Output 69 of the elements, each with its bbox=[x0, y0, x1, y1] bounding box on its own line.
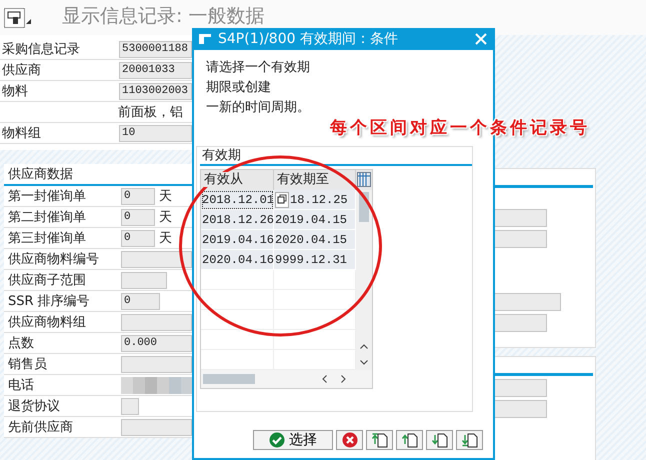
previous-button[interactable] bbox=[396, 430, 423, 450]
message-line: 请选择一个有效期 bbox=[206, 59, 311, 77]
column-header[interactable]: 有效期至 bbox=[277, 172, 329, 187]
field-label: 第二封催询单 bbox=[7, 209, 87, 226]
field-label: 供应商子范围 bbox=[7, 272, 87, 289]
table-cell[interactable]: 9999.12.31 bbox=[274, 250, 356, 270]
screen-title: 显示信息记录: 一般数据 bbox=[62, 4, 264, 28]
field-label: SSR 排序编号 bbox=[7, 293, 91, 310]
close-icon bbox=[475, 33, 487, 45]
field-label: 供应商 bbox=[1, 62, 42, 79]
table-cell[interactable]: 2020.04.15 bbox=[274, 230, 356, 250]
table-cell[interactable]: 18.12.25 bbox=[274, 190, 356, 210]
cancel-button[interactable] bbox=[336, 430, 363, 450]
checkbox[interactable] bbox=[121, 398, 139, 414]
table-cell[interactable]: 2019.04.15 bbox=[274, 210, 356, 230]
column-header[interactable]: 有效从 bbox=[204, 172, 243, 187]
next-button[interactable] bbox=[426, 430, 453, 450]
material-description: 前面板，铝 bbox=[117, 104, 183, 121]
field-label: 销售员 bbox=[7, 356, 48, 373]
input-field[interactable] bbox=[121, 314, 192, 330]
input-field[interactable] bbox=[121, 356, 192, 372]
group-title: 有效期 bbox=[200, 147, 472, 166]
page-up-icon bbox=[370, 432, 388, 448]
cancel-icon bbox=[342, 432, 358, 448]
unit-label: 天 bbox=[159, 188, 172, 205]
input-field[interactable]: 0 bbox=[121, 208, 155, 226]
unit-label: 天 bbox=[159, 230, 172, 247]
dialog-icon bbox=[198, 33, 212, 45]
field-label: 供应商物料组 bbox=[7, 314, 87, 331]
layout-menu-icon[interactable] bbox=[4, 8, 32, 28]
page-down-icon bbox=[430, 432, 448, 448]
unit-label: 天 bbox=[159, 209, 172, 226]
field-label: 供应商物料编号 bbox=[7, 251, 100, 268]
scrollbar-thumb[interactable] bbox=[203, 374, 255, 384]
input-field[interactable]: 1103002003 bbox=[119, 82, 192, 100]
last-button[interactable] bbox=[456, 430, 483, 450]
table-cell[interactable]: 2019.04.16 bbox=[201, 230, 274, 250]
input-field[interactable]: 0 bbox=[121, 188, 155, 204]
table-settings-icon[interactable] bbox=[357, 172, 371, 187]
copy-icon[interactable] bbox=[275, 192, 289, 208]
input-field[interactable]: 0 bbox=[121, 292, 160, 310]
table-cell[interactable]: 2018.12.26 bbox=[201, 210, 274, 230]
input-field[interactable] bbox=[121, 250, 192, 268]
input-field[interactable]: 0.000 bbox=[121, 334, 192, 352]
page-up-icon bbox=[400, 432, 418, 448]
dialog-title: S4P(1)/800 有效期间：条件 bbox=[218, 30, 399, 48]
field-label: 物料组 bbox=[1, 125, 42, 142]
page-down-icon bbox=[460, 432, 478, 448]
input-field[interactable]: 0 bbox=[121, 230, 155, 246]
field-label: 先前供应商 bbox=[7, 419, 74, 436]
input-field[interactable] bbox=[121, 272, 167, 288]
message-line: 一新的时间周期。 bbox=[206, 99, 311, 117]
first-button[interactable] bbox=[366, 430, 393, 450]
table-cell[interactable]: 2018.12.01 bbox=[201, 190, 274, 210]
message-line: 期限或创建 bbox=[206, 79, 272, 97]
field-label: 点数 bbox=[7, 335, 35, 352]
field-label: 第三封催询单 bbox=[7, 230, 87, 247]
field-label: 采购信息记录 bbox=[1, 41, 81, 58]
field-label: 物料 bbox=[1, 83, 29, 100]
input-field[interactable] bbox=[121, 418, 192, 436]
confirm-button[interactable]: 选择 bbox=[253, 430, 333, 450]
check-icon bbox=[269, 432, 285, 448]
input-field[interactable]: 5300001188 bbox=[119, 40, 192, 58]
field-label: 电话 bbox=[7, 377, 35, 394]
field-label: 退货协议 bbox=[7, 398, 61, 415]
table-cell[interactable]: 2020.04.16 bbox=[201, 250, 274, 270]
input-field[interactable]: 10 bbox=[119, 124, 192, 142]
input-field[interactable]: 20001033 bbox=[119, 62, 192, 78]
field-label: 第一封催询单 bbox=[7, 188, 87, 205]
